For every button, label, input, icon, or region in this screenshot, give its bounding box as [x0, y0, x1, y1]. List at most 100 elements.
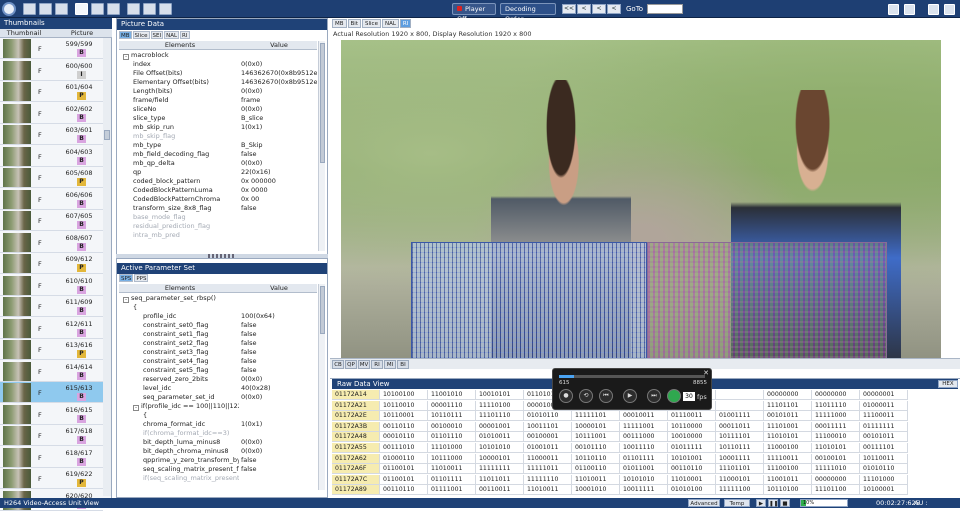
tree-row[interactable]: mb_type B_Skip [119, 141, 317, 150]
tree-row[interactable]: base_mode_flag [119, 213, 317, 222]
byte-cell[interactable]: 11010001 [668, 474, 716, 485]
byte-cell[interactable]: 11111110 [524, 474, 572, 485]
loop-icon[interactable]: ⟲ [579, 389, 593, 403]
byte-cell[interactable]: 11101000 [428, 443, 476, 453]
decoding-order-button[interactable]: Decoding Order [500, 3, 556, 23]
filter-icon[interactable] [159, 3, 172, 15]
tab-slice[interactable]: Slice [132, 31, 150, 39]
tree-row[interactable]: mb_field_decoding_flag false [119, 150, 317, 159]
byte-cell[interactable]: 11101110 [476, 411, 524, 422]
thumbnail-row[interactable]: F 607/605 B [0, 210, 103, 231]
byte-cell[interactable]: 00100001 [524, 432, 572, 443]
byte-cell[interactable]: 00011111 [812, 421, 860, 432]
settings-icon[interactable] [928, 4, 939, 15]
next-frame-button[interactable]: < [592, 4, 606, 14]
skip-forward-icon[interactable]: ⏭ [647, 389, 661, 403]
byte-cell[interactable]: 10110010 [380, 400, 428, 411]
play-icon[interactable]: ▶ [756, 499, 766, 507]
byte-cell[interactable]: 00111101 [860, 443, 908, 453]
byte-cell[interactable]: 11000100 [764, 443, 812, 453]
goto-input[interactable] [647, 4, 683, 14]
playback-track[interactable] [559, 375, 705, 378]
byte-cell[interactable]: 01000110 [380, 453, 428, 464]
byte-cell[interactable]: 01010011 [476, 432, 524, 443]
vtab-nal[interactable]: NAL [381, 19, 399, 28]
video-frame[interactable] [341, 40, 941, 364]
vtab-slice[interactable]: Slice [362, 19, 381, 28]
scroll-thumb[interactable] [104, 130, 110, 140]
byte-cell[interactable]: 00000000 [764, 390, 812, 400]
byte-cell[interactable]: 00110110 [380, 485, 428, 496]
byte-cell[interactable]: 11000101 [716, 474, 764, 485]
byte-cell[interactable]: 11100011 [860, 411, 908, 422]
byte-cell[interactable]: 11111111 [476, 464, 524, 475]
byte-cell[interactable]: 00011011 [716, 421, 764, 432]
picture-data-scrollbar[interactable] [318, 41, 325, 251]
byte-cell[interactable]: 01111111 [860, 421, 908, 432]
byte-cell[interactable]: 11010011 [572, 474, 620, 485]
thumbnail-row[interactable]: F 602/602 B [0, 103, 103, 124]
byte-cell[interactable]: 11100010 [812, 432, 860, 443]
byte-cell[interactable]: 01000011 [860, 400, 908, 411]
view-split-icon[interactable] [91, 3, 104, 15]
byte-cell[interactable]: 10110110 [572, 453, 620, 464]
thumbnail-row[interactable]: F 599/599 B [0, 38, 103, 59]
tree-row[interactable]: mb_qp_delta 0(0x0) [119, 159, 317, 168]
tree-row[interactable]: intra_mb_pred [119, 231, 317, 240]
byte-cell[interactable]: 11101101 [764, 400, 812, 411]
byte-cell[interactable]: 11100100 [764, 464, 812, 475]
tree-row[interactable]: qpprime_y_zero_transform_bypa...false [119, 456, 317, 465]
byte-cell[interactable]: 11000011 [524, 453, 572, 464]
byte-cell[interactable]: 11011110 [812, 400, 860, 411]
scroll-thumb[interactable] [320, 286, 325, 334]
byte-cell[interactable]: 01001011 [524, 443, 572, 453]
byte-cell[interactable]: 11111000 [812, 411, 860, 422]
byte-cell[interactable]: 00000000 [812, 390, 860, 400]
byte-cell[interactable]: 11010011 [428, 464, 476, 475]
byte-cell[interactable]: 11111101 [572, 411, 620, 422]
byte-cell[interactable]: 10011110 [620, 443, 668, 453]
thumbnail-row[interactable]: F 604/603 B [0, 146, 103, 167]
byte-cell[interactable]: 10110100 [764, 485, 812, 496]
byte-cell[interactable]: 10000101 [572, 421, 620, 432]
tree-row[interactable]: { [119, 411, 317, 420]
byte-cell[interactable]: 10111000 [428, 453, 476, 464]
byte-cell[interactable]: 10110001 [380, 411, 428, 422]
byte-cell[interactable] [716, 400, 764, 411]
btab-bi[interactable]: BI [397, 360, 409, 369]
tab-nal[interactable]: NAL [164, 31, 180, 39]
tree-row[interactable]: CodedBlockPatternChroma 0x 00 [119, 195, 317, 204]
thumbnail-row[interactable]: F 617/618 B [0, 425, 103, 446]
byte-cell[interactable]: 01111001 [428, 485, 476, 496]
byte-cell[interactable]: 01100101 [380, 464, 428, 475]
last-frame-button[interactable]: < [607, 4, 621, 14]
byte-cell[interactable]: 00000000 [812, 474, 860, 485]
hex-toggle-button[interactable]: HEX [938, 380, 958, 388]
thumbnail-row[interactable]: F 610/610 B [0, 275, 103, 296]
thumbnail-row[interactable]: F 618/617 B [0, 447, 103, 468]
byte-cell[interactable]: 10110000 [668, 421, 716, 432]
byte-cell[interactable]: 10001111 [716, 453, 764, 464]
byte-cell[interactable]: 10011101 [524, 421, 572, 432]
byte-cell[interactable]: 00000001 [860, 390, 908, 400]
tree-row[interactable]: reserved_zero_2bits 0(0x0) [119, 375, 317, 384]
byte-cell[interactable]: 11010101 [812, 443, 860, 453]
thumbnail-row[interactable]: F 613/616 P [0, 339, 103, 360]
byte-cell[interactable]: 00001110 [428, 400, 476, 411]
scroll-thumb[interactable] [320, 43, 325, 163]
tree-row[interactable]: transform_size_8x8_flag false [119, 204, 317, 213]
tab-pps[interactable]: PPS [134, 274, 149, 282]
btab-mi[interactable]: MI [384, 360, 396, 369]
grid-settings-icon[interactable] [904, 4, 915, 15]
byte-cell[interactable]: 01011001 [620, 464, 668, 475]
tab-sei[interactable]: SEI [150, 31, 164, 39]
layout-detail-icon[interactable] [55, 3, 68, 15]
export-icon[interactable] [888, 4, 899, 15]
vtab-ri[interactable]: RI [399, 19, 412, 28]
byte-cell[interactable]: 01101111 [428, 474, 476, 485]
tree-row[interactable]: mb_skip_run 1(0x1) [119, 123, 317, 132]
byte-cell[interactable]: 11111100 [716, 485, 764, 496]
byte-cell[interactable]: 11101000 [860, 474, 908, 485]
pause-icon[interactable]: ❚❚ [768, 499, 778, 507]
tree-row[interactable]: if(seq_scaling_matrix_present_fla... [119, 474, 317, 483]
